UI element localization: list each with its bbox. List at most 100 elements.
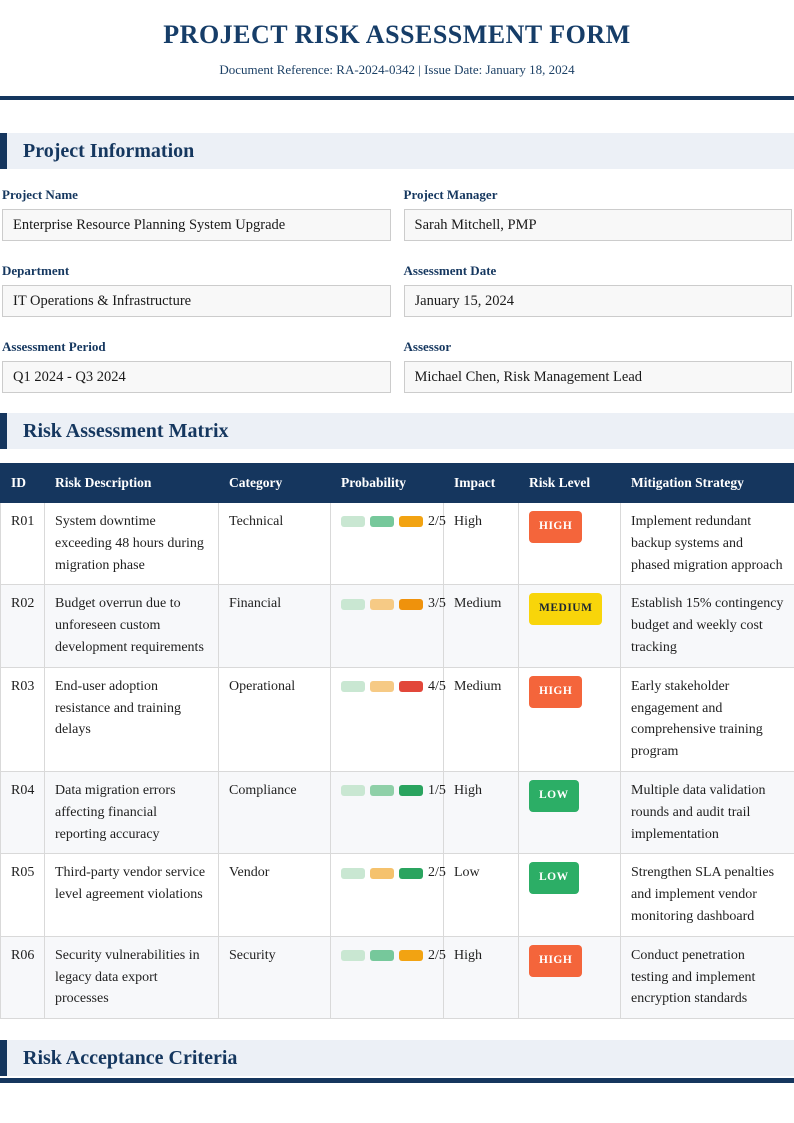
probability-pill xyxy=(399,598,423,610)
probability-pill xyxy=(399,950,423,962)
risk-level-badge: HIGH xyxy=(529,675,583,708)
probability-pill xyxy=(370,598,394,610)
risk-level-cell: HIGH xyxy=(518,666,621,772)
probability-score: 3/5 xyxy=(428,596,446,612)
risk-id-cell: R06 xyxy=(0,935,45,1020)
risk-level-cell: HIGH xyxy=(518,935,621,1020)
risk-description-cell: Security vulnerabilities in legacy data … xyxy=(44,935,219,1020)
table-row: R01 System downtime exceeding 48 hours d… xyxy=(0,501,794,586)
risk-probability-cell: 3/5 xyxy=(330,584,446,668)
field-project-manager: Project Manager xyxy=(403,187,792,241)
risk-category-cell: Vendor xyxy=(218,853,331,937)
field-assessment-date: Assessment Date xyxy=(403,263,792,317)
page-title: PROJECT RISK ASSESSMENT FORM xyxy=(163,20,631,49)
risk-description-cell: Budget overrun due to unforeseen custom … xyxy=(44,584,219,668)
table-row: R04 Data migration errors affecting fina… xyxy=(0,770,794,855)
assessment-period-label: Assessment Period xyxy=(2,339,106,354)
document-reference: Document Reference: RA-2024-0342 | Issue… xyxy=(219,62,575,77)
field-department: Department xyxy=(2,263,391,317)
clipped-table-header xyxy=(0,1078,794,1084)
section-header-risk-acceptance: Risk Acceptance Criteria xyxy=(0,1040,794,1077)
mitigation-strategy-cell: Early stakeholder engagement and compreh… xyxy=(620,666,794,772)
risk-category-cell: Technical xyxy=(218,501,331,586)
mitigation-strategy-cell: Implement redundant backup systems and p… xyxy=(620,501,794,586)
risk-impact-cell: High xyxy=(443,770,519,855)
risk-impact-cell: Medium xyxy=(443,666,519,772)
assessment-date-label: Assessment Date xyxy=(403,263,497,278)
field-project-name: Project Name xyxy=(2,187,391,241)
project-manager-label: Project Manager xyxy=(403,187,498,202)
probability-pill xyxy=(341,516,365,528)
table-row: R02 Budget overrun due to unforeseen cus… xyxy=(0,584,794,668)
probability-pill xyxy=(370,950,394,962)
table-row: R06 Security vulnerabilities in legacy d… xyxy=(0,935,794,1020)
risk-level-badge: HIGH xyxy=(529,511,583,543)
mitigation-strategy-cell: Strengthen SLA penalties and implement v… xyxy=(620,853,794,937)
table-row: R03 End-user adoption resistance and tra… xyxy=(0,666,794,772)
probability-pill xyxy=(399,867,423,879)
project-manager-input[interactable] xyxy=(403,209,792,241)
header-divider xyxy=(0,96,794,100)
probability-pill xyxy=(370,681,394,693)
column-header-impact: Impact xyxy=(443,463,519,503)
risk-impact-cell: Low xyxy=(443,853,519,937)
risk-probability-cell: 2/5 xyxy=(330,501,446,586)
department-input[interactable] xyxy=(2,285,391,317)
column-header-id: ID xyxy=(0,463,45,503)
project-information-form: Project Name Project Manager Department … xyxy=(0,169,794,393)
document-header: PROJECT RISK ASSESSMENT FORM Document Re… xyxy=(0,0,794,78)
mitigation-strategy-cell: Conduct penetration testing and implemen… xyxy=(620,935,794,1020)
risk-level-cell: LOW xyxy=(518,853,621,937)
probability-score: 4/5 xyxy=(428,678,446,694)
section-header-project-information: Project Information xyxy=(0,133,794,169)
risk-id-cell: R03 xyxy=(0,666,45,772)
risk-assessment-table: ID Risk Description Category Probability… xyxy=(0,463,794,1020)
probability-pill xyxy=(341,785,365,797)
risk-category-cell: Operational xyxy=(218,666,331,772)
column-header-probability: Probability xyxy=(330,463,444,503)
risk-probability-cell: 4/5 xyxy=(330,666,446,772)
field-assessor: Assessor xyxy=(403,339,792,393)
risk-level-cell: MEDIUM xyxy=(518,584,621,668)
risk-level-badge: HIGH xyxy=(529,944,583,977)
assessment-period-input[interactable] xyxy=(2,361,391,393)
risk-level-cell: HIGH xyxy=(518,501,621,586)
risk-probability-cell: 2/5 xyxy=(330,853,446,937)
risk-level-badge: MEDIUM xyxy=(529,593,603,626)
risk-id-cell: R05 xyxy=(0,853,45,937)
field-assessment-period: Assessment Period xyxy=(2,339,391,393)
risk-level-badge: LOW xyxy=(529,779,579,812)
risk-id-cell: R01 xyxy=(0,501,45,586)
risk-id-cell: R04 xyxy=(0,770,45,855)
section-title: Risk Assessment Matrix xyxy=(23,419,229,442)
table-row: R05 Third-party vendor service level agr… xyxy=(0,853,794,937)
probability-pill xyxy=(341,681,365,693)
risk-id-cell: R02 xyxy=(0,584,45,668)
table-header-row: ID Risk Description Category Probability… xyxy=(0,463,794,503)
assessment-date-input[interactable] xyxy=(403,285,792,317)
risk-probability-cell: 1/5 xyxy=(330,770,446,855)
probability-pill xyxy=(370,867,394,879)
project-name-input[interactable] xyxy=(2,209,391,241)
risk-impact-cell: High xyxy=(443,935,519,1020)
mitigation-strategy-cell: Multiple data validation rounds and audi… xyxy=(620,770,794,855)
column-header-mitigation-strategy: Mitigation Strategy xyxy=(620,463,794,503)
probability-pill xyxy=(370,516,394,528)
assessor-input[interactable] xyxy=(403,361,792,393)
section-header-risk-matrix: Risk Assessment Matrix xyxy=(0,413,794,449)
column-header-risk-description: Risk Description xyxy=(44,463,219,503)
probability-pill xyxy=(341,867,365,879)
risk-description-cell: End-user adoption resistance and trainin… xyxy=(44,666,219,772)
section-title: Project Information xyxy=(23,139,195,162)
risk-level-cell: LOW xyxy=(518,770,621,855)
probability-score: 2/5 xyxy=(428,947,446,963)
probability-score: 1/5 xyxy=(428,782,446,798)
risk-probability-cell: 2/5 xyxy=(330,935,446,1020)
probability-pill xyxy=(399,516,423,528)
assessor-label: Assessor xyxy=(403,339,452,354)
risk-impact-cell: High xyxy=(443,501,519,586)
department-label: Department xyxy=(2,263,70,278)
risk-category-cell: Compliance xyxy=(218,770,331,855)
probability-pill xyxy=(370,785,394,797)
risk-level-badge: LOW xyxy=(529,862,579,895)
